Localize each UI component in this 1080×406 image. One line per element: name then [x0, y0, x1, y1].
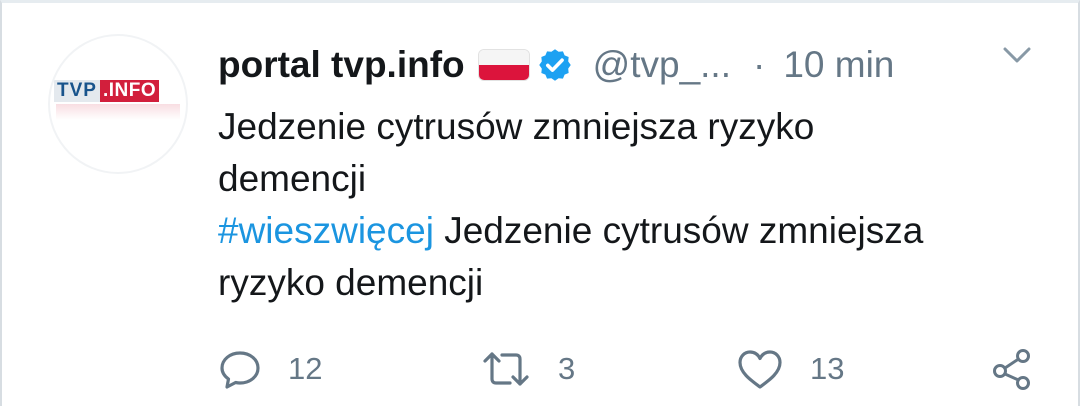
retweet-button[interactable]: 3	[480, 347, 575, 391]
tweet-timestamp[interactable]: 10 min	[783, 44, 894, 86]
poland-flag-icon	[478, 50, 529, 80]
retweet-count: 3	[558, 351, 576, 386]
like-count: 13	[810, 351, 845, 386]
heart-icon	[738, 350, 782, 389]
share-button[interactable]	[990, 347, 1034, 391]
tweet-text-line: ryzyko demencji	[218, 262, 484, 303]
author-name[interactable]: portal tvp.info	[218, 44, 465, 86]
logo-reflection	[56, 104, 180, 120]
tweet-card[interactable]: TVP .INFO portal tvp.info @tvp_... · 10 …	[0, 0, 1080, 406]
tvp-info-logo: TVP .INFO	[54, 80, 182, 102]
logo-text-info: .INFO	[99, 80, 160, 102]
tweet-text-line: #wieszwięcej Jedzenie cytrusów zmniejsza	[218, 205, 1058, 257]
tweet-actions: 12 3 13	[218, 347, 1048, 391]
time-separator: ·	[753, 44, 766, 85]
reply-icon	[220, 351, 260, 389]
tweet-text: Jedzenie cytrusów zmniejsza ryzyko demen…	[218, 101, 1058, 309]
tweet-text-line: Jedzenie cytrusów zmniejsza ryzyko	[218, 106, 815, 147]
hashtag-link[interactable]: #wieszwięcej	[218, 210, 434, 251]
tweet-text-fragment: Jedzenie cytrusów zmniejsza	[433, 210, 924, 251]
chevron-down-icon[interactable]	[999, 43, 1035, 67]
tweet-header: portal tvp.info @tvp_... · 10 min	[218, 39, 894, 91]
reply-button[interactable]: 12	[218, 347, 322, 391]
logo-text-tvp: TVP	[54, 80, 100, 102]
retweet-icon	[483, 352, 529, 386]
author-handle[interactable]: @tvp_...	[593, 44, 731, 86]
like-button[interactable]: 13	[736, 347, 844, 391]
avatar[interactable]: TVP .INFO	[50, 36, 186, 172]
tweet-text-line: demencji	[218, 158, 367, 199]
share-icon	[993, 349, 1030, 390]
verified-badge-icon	[538, 49, 571, 81]
reply-count: 12	[288, 351, 323, 386]
